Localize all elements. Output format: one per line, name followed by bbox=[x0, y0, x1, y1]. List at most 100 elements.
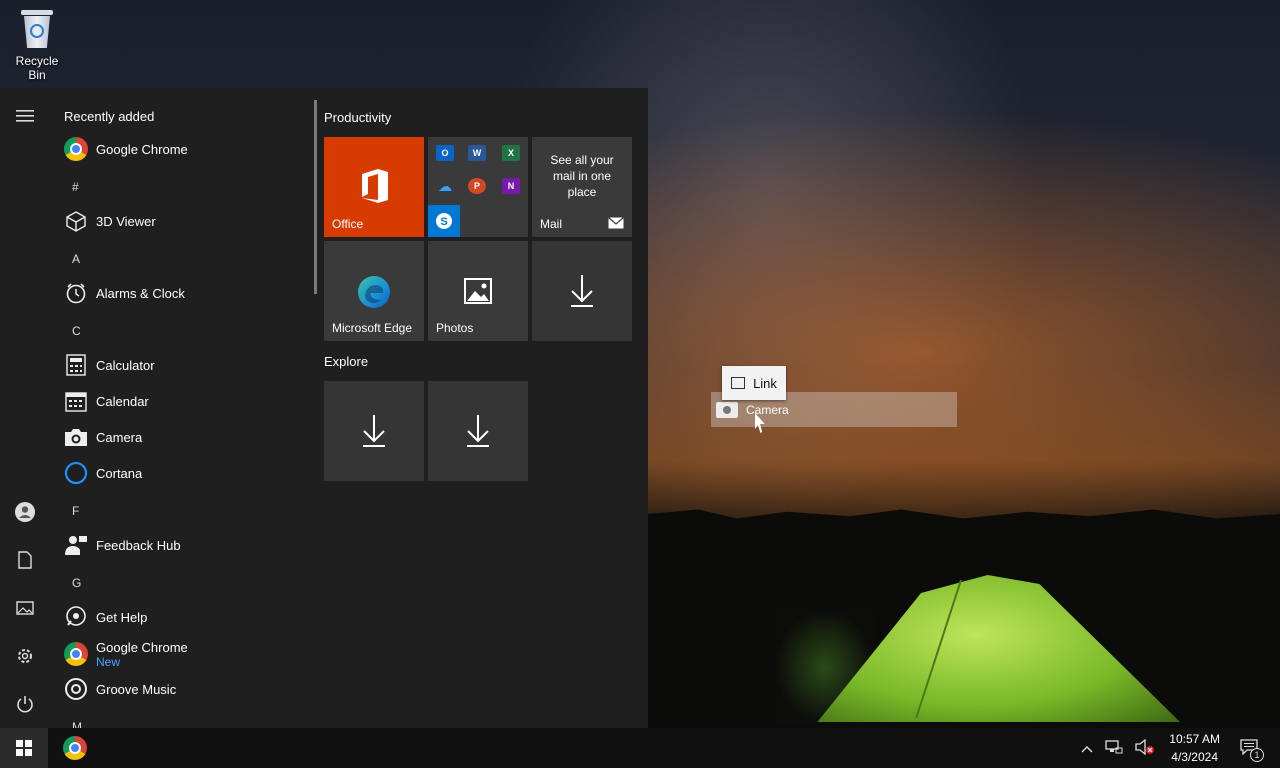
app-calendar[interactable]: Calendar bbox=[64, 385, 149, 417]
recently-added-header: Recently added bbox=[64, 109, 155, 124]
tile-photos[interactable]: Photos bbox=[428, 241, 528, 341]
clock-time: 10:57 AM bbox=[1169, 732, 1220, 746]
powerpoint-icon: P bbox=[468, 178, 486, 194]
notification-center-icon[interactable]: 1 bbox=[1240, 738, 1264, 762]
app-groove-music[interactable]: Groove Music bbox=[64, 673, 176, 705]
chrome-icon bbox=[63, 736, 87, 760]
drag-ghost-label: Camera bbox=[746, 403, 789, 417]
app-label: Get Help bbox=[96, 609, 148, 625]
tile-label: Microsoft Edge bbox=[332, 321, 413, 335]
recycle-bin-label: Recycle Bin bbox=[15, 54, 59, 82]
group-letter-hash[interactable]: # bbox=[72, 180, 79, 194]
cortana-icon bbox=[64, 461, 88, 485]
app-calculator[interactable]: Calculator bbox=[64, 349, 155, 381]
group-letter-g[interactable]: G bbox=[72, 576, 81, 590]
camera-icon bbox=[64, 425, 88, 449]
word-icon: W bbox=[468, 145, 486, 161]
tile-download-placeholder[interactable] bbox=[324, 381, 424, 481]
volume-muted-icon[interactable] bbox=[1135, 738, 1155, 758]
feedback-icon bbox=[64, 533, 88, 557]
app-label: Google Chrome bbox=[96, 141, 188, 157]
camera-icon bbox=[716, 402, 738, 418]
app-label: Alarms & Clock bbox=[96, 285, 185, 301]
clock-date: 4/3/2024 bbox=[1171, 750, 1218, 764]
onenote-icon: N bbox=[502, 178, 520, 194]
app-label: Camera bbox=[96, 429, 143, 445]
calculator-icon bbox=[64, 353, 88, 377]
chevron-up-icon[interactable] bbox=[1081, 740, 1093, 756]
calendar-icon bbox=[64, 389, 88, 413]
pictures-icon[interactable] bbox=[13, 596, 37, 620]
power-icon[interactable] bbox=[13, 692, 37, 716]
settings-icon[interactable] bbox=[13, 644, 37, 668]
app-camera[interactable]: Camera bbox=[64, 421, 142, 453]
app-google-chrome[interactable]: Google Chrome New bbox=[64, 637, 188, 671]
app-3d-viewer[interactable]: 3D Viewer bbox=[64, 205, 156, 237]
group-letter-c[interactable]: C bbox=[72, 324, 81, 338]
app-google-chrome-recent[interactable]: Google Chrome bbox=[64, 133, 188, 165]
download-icon bbox=[571, 275, 593, 307]
chrome-icon bbox=[64, 137, 88, 161]
network-icon[interactable] bbox=[1105, 739, 1123, 758]
download-icon bbox=[467, 415, 489, 447]
app-cortana[interactable]: Cortana bbox=[64, 457, 142, 489]
excel-icon: X bbox=[502, 145, 520, 161]
system-tray: 10:57 AM 4/3/2024 1 bbox=[1075, 728, 1280, 768]
start-rail bbox=[0, 88, 50, 728]
productivity-title: Productivity bbox=[324, 110, 392, 125]
recycle-bin[interactable]: Recycle Bin bbox=[6, 8, 68, 82]
app-alarms-clock[interactable]: Alarms & Clock bbox=[64, 277, 185, 309]
hamburger-icon[interactable] bbox=[13, 104, 37, 128]
documents-icon[interactable] bbox=[13, 548, 37, 572]
link-drop-tooltip: Link bbox=[722, 366, 786, 400]
app-label: Calculator bbox=[96, 357, 155, 373]
app-label: Google Chrome bbox=[96, 639, 188, 655]
group-letter-m[interactable]: M bbox=[72, 720, 82, 728]
download-icon bbox=[363, 415, 385, 447]
taskbar-chrome-button[interactable] bbox=[55, 732, 95, 764]
link-icon bbox=[731, 377, 746, 389]
explore-title: Explore bbox=[324, 354, 369, 369]
alarm-clock-icon bbox=[64, 281, 88, 305]
tile-label: Photos bbox=[436, 321, 474, 335]
tile-microsoft-edge[interactable]: Microsoft Edge bbox=[324, 241, 424, 341]
tile-label: Office bbox=[332, 217, 364, 231]
taskbar: 10:57 AM 4/3/2024 1 bbox=[0, 728, 1280, 768]
outlook-icon: O bbox=[436, 145, 454, 161]
tile-office[interactable]: Office bbox=[324, 137, 424, 237]
photos-icon bbox=[464, 278, 492, 304]
tile-office-apps-folder[interactable]: O W X ☁ P N S bbox=[428, 137, 528, 237]
onedrive-icon: ☁ bbox=[438, 177, 452, 194]
office-icon bbox=[362, 169, 388, 203]
cube-icon bbox=[64, 209, 88, 233]
chrome-icon bbox=[64, 642, 88, 666]
start-button[interactable] bbox=[0, 728, 48, 768]
notification-count-badge: 1 bbox=[1250, 747, 1264, 762]
new-badge: New bbox=[96, 654, 121, 669]
app-label: Groove Music bbox=[96, 681, 177, 697]
windows-logo-icon bbox=[16, 740, 32, 756]
app-label: 3D Viewer bbox=[96, 213, 156, 229]
tile-download-placeholder[interactable] bbox=[428, 381, 528, 481]
tile-mail[interactable]: See all your mail in one place Mail bbox=[532, 137, 632, 237]
get-help-icon bbox=[64, 605, 88, 629]
group-letter-a[interactable]: A bbox=[72, 252, 80, 266]
app-label: Feedback Hub bbox=[96, 537, 181, 553]
tile-label: Mail bbox=[540, 217, 563, 231]
app-list[interactable]: Recently added Google Chrome # 3D Viewer… bbox=[50, 88, 312, 728]
link-tooltip-label: Link bbox=[753, 375, 777, 391]
mail-icon bbox=[608, 217, 624, 229]
app-label: Cortana bbox=[96, 465, 143, 481]
clock[interactable]: 10:57 AM 4/3/2024 bbox=[1169, 730, 1220, 766]
tile-download-placeholder[interactable] bbox=[532, 241, 632, 341]
app-feedback-hub[interactable]: Feedback Hub bbox=[64, 529, 181, 561]
group-letter-f[interactable]: F bbox=[72, 504, 79, 518]
app-list-scrollbar[interactable] bbox=[314, 100, 317, 294]
user-icon[interactable] bbox=[13, 500, 37, 524]
skype-icon: S bbox=[428, 205, 460, 237]
groove-music-icon bbox=[64, 677, 88, 701]
app-label: Calendar bbox=[96, 393, 149, 409]
app-get-help[interactable]: Get Help bbox=[64, 601, 147, 633]
mail-tile-text: See all your mail in one place bbox=[550, 153, 614, 199]
recycle-bin-icon bbox=[19, 8, 55, 50]
